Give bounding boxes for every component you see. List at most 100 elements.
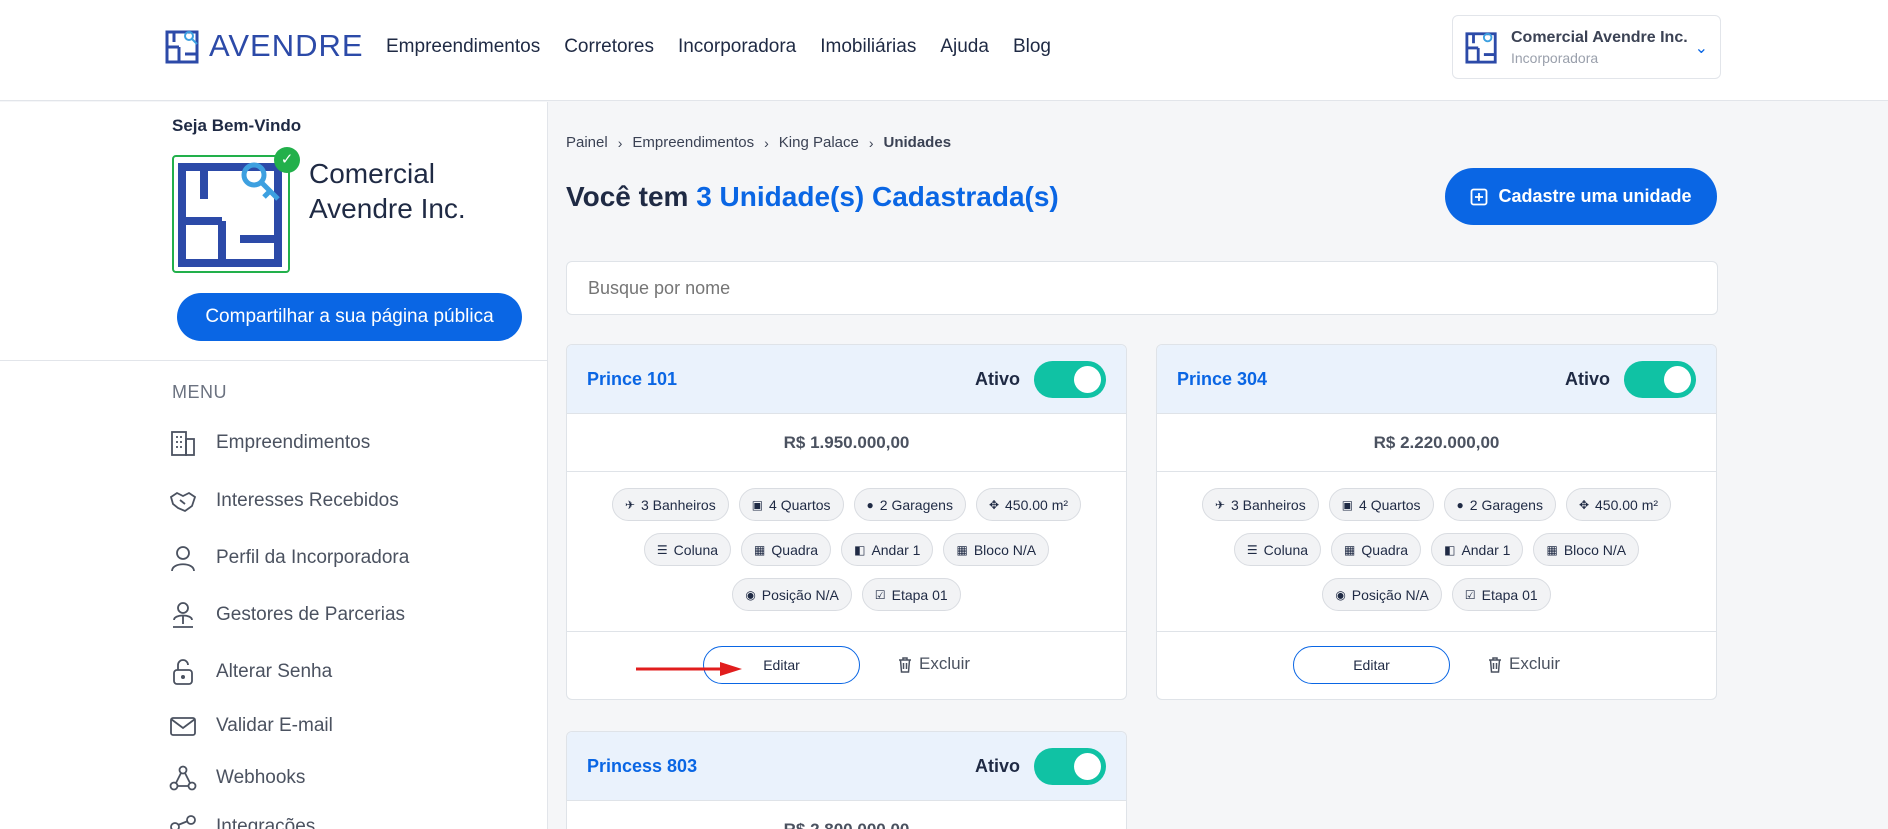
building-icon xyxy=(171,431,195,456)
top-navbar: AVENDRE Empreendimentos Corretores Incor… xyxy=(0,0,1888,101)
sidebar-item-label: Alterar Senha xyxy=(216,661,333,682)
shower-icon: ✈ xyxy=(624,497,635,512)
sidebar-item-interesses[interactable]: Interesses Recebidos xyxy=(168,486,399,516)
stage-icon: ☑ xyxy=(1464,587,1476,602)
unit-price: R$ 2.800.000,00 xyxy=(567,801,1126,829)
status-label: Ativo xyxy=(975,756,1020,776)
sidebar-divider xyxy=(0,360,548,361)
edit-button[interactable]: Editar xyxy=(1293,646,1450,684)
sidebar-item-label: Empreendimentos xyxy=(216,432,371,453)
sidebar: Seja Bem-Vindo ✓ Comercial Avendre Inc. … xyxy=(0,102,548,829)
unit-card-header: Princess 803 Ativo xyxy=(567,732,1126,801)
position-icon: ◉ xyxy=(745,587,756,602)
unit-card-header: Prince 304 Ativo xyxy=(1157,345,1716,414)
webhook-icon xyxy=(169,765,197,791)
top-nav: Empreendimentos Corretores Incorporadora… xyxy=(386,36,1051,58)
active-toggle[interactable] xyxy=(1034,361,1106,398)
share-public-page-button[interactable]: Compartilhar a sua página pública xyxy=(177,293,522,341)
sidebar-item-label: Perfil da Incorporadora xyxy=(216,547,410,568)
company-logo-icon xyxy=(178,162,282,267)
nav-empreendimentos[interactable]: Empreendimentos xyxy=(386,36,540,58)
feature-chip: ✈ 3 Banheiros xyxy=(611,488,729,521)
block-icon: ▦ xyxy=(956,542,968,557)
feature-chip: ▣ 4 Quartos xyxy=(738,488,844,521)
user-network-icon xyxy=(173,602,193,628)
feature-chip: ◉ Posição N/A xyxy=(1322,578,1442,611)
car-icon: ● xyxy=(1456,497,1464,512)
feature-chip: ◧ Andar 1 xyxy=(841,533,934,566)
add-unit-button[interactable]: Cadastre uma unidade xyxy=(1445,168,1717,225)
sidebar-item-perfil[interactable]: Perfil da Incorporadora xyxy=(168,543,409,573)
unit-features: ✈ 3 Banheiros ▣ 4 Quartos ● 2 Garagens ✥ 450… xyxy=(1157,472,1716,632)
nav-imobiliarias[interactable]: Imobiliárias xyxy=(820,36,916,58)
unit-name[interactable]: Prince 101 xyxy=(587,369,677,390)
feature-chip: ▦ Bloco N/A xyxy=(1533,533,1640,566)
feature-chip: ▦ Bloco N/A xyxy=(943,533,1050,566)
feature-chip: ☰ Coluna xyxy=(1233,533,1322,566)
chevron-right-icon: › xyxy=(868,134,874,151)
unit-features: ✈ 3 Banheiros ▣ 4 Quartos ● 2 Garagens ✥ 450… xyxy=(567,472,1126,632)
area-icon: ✥ xyxy=(1578,497,1590,512)
block-icon: ▦ xyxy=(1546,542,1558,557)
delete-button[interactable]: Excluir xyxy=(1487,654,1560,674)
bed-icon: ▣ xyxy=(751,497,764,512)
unit-actions: Editar Excluir xyxy=(1157,632,1716,699)
active-toggle[interactable] xyxy=(1624,361,1696,398)
welcome-text: Seja Bem-Vindo xyxy=(172,116,302,135)
breadcrumb-empreendimentos[interactable]: Empreendimentos xyxy=(632,134,754,151)
sidebar-item-webhooks[interactable]: Webhooks xyxy=(168,763,305,793)
company-logo xyxy=(172,155,290,273)
account-name: Comercial Avendre Inc. xyxy=(1511,28,1688,46)
chevron-down-icon[interactable]: ⌄ xyxy=(1695,38,1708,58)
nav-incorporadora[interactable]: Incorporadora xyxy=(678,36,796,58)
feature-chip: ▦ Quadra xyxy=(741,533,832,566)
feature-chip: ☑ Etapa 01 xyxy=(1451,578,1551,611)
breadcrumb-unidades: Unidades xyxy=(883,134,952,151)
feature-chip: ◉ Posição N/A xyxy=(732,578,852,611)
feature-chip: ◧ Andar 1 xyxy=(1431,533,1524,566)
position-icon: ◉ xyxy=(1335,587,1346,602)
sidebar-item-gestores[interactable]: Gestores de Parcerias xyxy=(168,600,405,630)
feature-chip: ▣ 4 Quartos xyxy=(1328,488,1434,521)
feature-chip: ● 2 Garagens xyxy=(1443,488,1556,521)
status-label: Ativo xyxy=(975,369,1020,389)
delete-button[interactable]: Excluir xyxy=(897,654,970,674)
chevron-right-icon: › xyxy=(617,134,623,151)
feature-chip: ✥ 450.00 m² xyxy=(1565,488,1672,521)
unit-card: Princess 803 Ativo R$ 2.800.000,00 xyxy=(566,731,1127,829)
breadcrumb-painel[interactable]: Painel xyxy=(566,134,608,151)
nav-corretores[interactable]: Corretores xyxy=(564,36,654,58)
units-count: 3 Unidade(s) Cadastrada(s) xyxy=(696,181,1059,212)
account-menu[interactable]: Comercial Avendre Inc. Incorporadora ⌄ xyxy=(1452,15,1721,79)
breadcrumb-king-palace[interactable]: King Palace xyxy=(779,134,859,151)
company-name: Comercial Avendre Inc. xyxy=(309,158,466,224)
unit-card: Prince 304 Ativo R$ 2.220.000,00 ✈ 3 Banh… xyxy=(1156,344,1717,700)
avendre-logo[interactable]: AVENDRE xyxy=(165,28,364,64)
feature-chip: ▦ Quadra xyxy=(1331,533,1422,566)
sidebar-item-alterar-senha[interactable]: Alterar Senha xyxy=(168,657,332,687)
active-toggle[interactable] xyxy=(1034,748,1106,785)
company-avatar-icon xyxy=(1465,32,1497,64)
car-icon: ● xyxy=(866,497,874,512)
sidebar-item-validar-email[interactable]: Validar E-mail xyxy=(168,711,333,741)
sidebar-item-integracoes[interactable]: Integrações xyxy=(168,812,315,829)
grid-icon: ▦ xyxy=(1344,542,1356,557)
handshake-icon xyxy=(169,491,197,513)
nav-blog[interactable]: Blog xyxy=(1013,36,1051,58)
floor-icon: ◧ xyxy=(1444,542,1456,557)
sidebar-item-empreendimentos[interactable]: Empreendimentos xyxy=(168,428,370,458)
unit-name[interactable]: Prince 304 xyxy=(1177,369,1267,390)
annotation-arrow-icon xyxy=(636,662,742,676)
search-input[interactable] xyxy=(566,261,1718,315)
feature-chip: ☰ Coluna xyxy=(643,533,732,566)
avendre-logo-icon xyxy=(165,30,199,64)
verified-check-icon: ✓ xyxy=(274,147,300,173)
unit-name[interactable]: Princess 803 xyxy=(587,756,697,777)
sidebar-item-label: Gestores de Parcerias xyxy=(216,604,406,625)
status-label: Ativo xyxy=(1565,369,1610,389)
menu-title: MENU xyxy=(172,382,227,402)
feature-chip: ☑ Etapa 01 xyxy=(861,578,961,611)
nav-ajuda[interactable]: Ajuda xyxy=(940,36,989,58)
column-icon: ☰ xyxy=(656,542,668,557)
breadcrumb: Painel › Empreendimentos › King Palace ›… xyxy=(566,134,951,151)
